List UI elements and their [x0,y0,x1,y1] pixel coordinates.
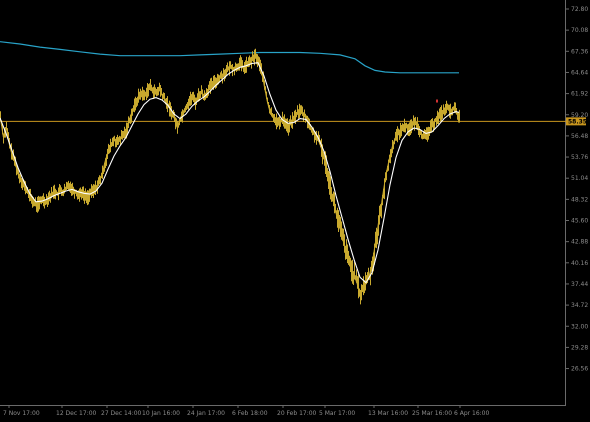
x-tick-label: 6 Apr 16:00 [454,410,489,417]
x-tick-label: 25 Mar 16:00 [412,410,452,417]
chart-canvas[interactable]: 72.8070.0867.3664.6461.9259.2056.4853.76… [0,0,590,418]
current-price-label: 58.35 [568,119,587,126]
x-tick-label: 5 Mar 17:00 [319,410,355,417]
x-tick-label: 13 Mar 16:00 [368,410,408,417]
x-tick-label: 27 Dec 14:00 [101,410,142,417]
y-tick-label: 53.76 [571,154,588,161]
y-tick-label: 45.60 [571,218,588,225]
x-tick-label: 20 Feb 17:00 [277,410,317,417]
y-tick-label: 26.56 [571,366,588,373]
x-tick-label: 10 Jan 16:00 [142,410,180,417]
y-tick-label: 64.64 [571,69,588,76]
x-tick-label: 12 Dec 17:00 [56,410,97,417]
y-tick-label: 67.36 [571,48,588,55]
y-tick-label: 40.16 [571,260,588,267]
y-tick-label: 72.80 [571,6,588,13]
y-tick-label: 37.44 [571,281,588,288]
chart-background [0,0,590,418]
y-tick-label: 48.32 [571,196,588,203]
y-tick-label: 56.48 [571,133,588,140]
y-tick-label: 51.04 [571,175,588,182]
signal-marker [436,99,438,103]
x-tick-label: 24 Jan 17:00 [187,410,225,417]
y-tick-label: 32.00 [571,323,588,330]
y-tick-label: 70.08 [571,27,588,34]
y-tick-label: 42.88 [571,239,588,246]
y-tick-label: 61.92 [571,91,588,98]
x-tick-label: 7 Nov 17:00 [3,410,40,417]
x-tick-label: 6 Feb 18:00 [232,410,268,417]
y-tick-label: 34.72 [571,302,588,309]
price-chart[interactable]: 72.80 70.08 67.36 64.64 61.92 59.20 56.48 53.76… [0,0,590,418]
y-tick-label: 29.28 [571,344,588,351]
